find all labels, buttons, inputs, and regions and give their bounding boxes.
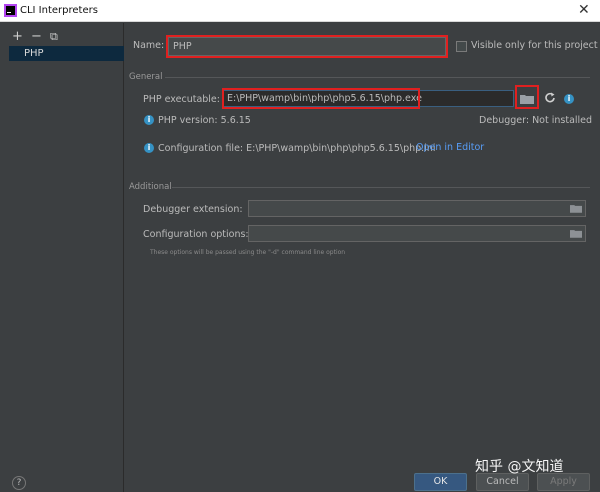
interpreter-list-panel: + − ⧉ PHP ? (0, 23, 124, 492)
phpstorm-app-icon (4, 4, 17, 17)
additional-separator (172, 187, 590, 188)
open-in-editor-link[interactable]: Open in Editor (416, 142, 484, 153)
add-icon[interactable]: + (12, 30, 23, 43)
copy-icon[interactable]: ⧉ (50, 31, 58, 43)
php-version-info-icon: i (144, 115, 154, 125)
config-file-info-icon: i (144, 143, 154, 153)
name-label: Name: (133, 40, 165, 51)
debugger-extension-folder-icon[interactable] (570, 204, 582, 213)
highlight-name (166, 35, 448, 58)
php-version-text: PHP version: 5.6.15 (158, 115, 251, 126)
options-hint-text: These options will be passed using the "… (150, 249, 346, 256)
debugger-extension-input[interactable] (248, 200, 586, 217)
title-bar: CLI Interpreters ✕ (0, 0, 600, 22)
info-icon[interactable]: i (564, 94, 574, 104)
refresh-icon[interactable] (544, 92, 556, 104)
debugger-extension-label: Debugger extension: (143, 204, 243, 215)
watermark: 知乎 @文知道 (475, 459, 564, 475)
help-icon[interactable]: ? (12, 476, 26, 490)
general-section-title: General (129, 72, 163, 82)
configuration-options-input[interactable] (248, 225, 586, 242)
interpreter-list-item[interactable]: PHP (9, 46, 124, 61)
remove-icon[interactable]: − (31, 30, 42, 43)
highlight-browse-button (515, 85, 539, 109)
close-icon[interactable]: ✕ (578, 2, 590, 18)
configuration-options-label: Configuration options: (143, 229, 249, 240)
visible-only-label: Visible only for this project (471, 40, 598, 51)
additional-section-title: Additional (129, 182, 172, 192)
configuration-options-folder-icon[interactable] (570, 229, 582, 238)
config-file-text: Configuration file: E:\PHP\wamp\bin\php\… (158, 143, 436, 154)
debugger-status-text: Debugger: Not installed (479, 115, 593, 126)
highlight-php-executable (222, 88, 420, 109)
ok-button[interactable]: OK (414, 473, 467, 491)
php-executable-label: PHP executable: (143, 94, 220, 105)
visible-only-checkbox[interactable] (456, 41, 467, 52)
window-title: CLI Interpreters (20, 5, 98, 16)
general-separator (165, 77, 590, 78)
